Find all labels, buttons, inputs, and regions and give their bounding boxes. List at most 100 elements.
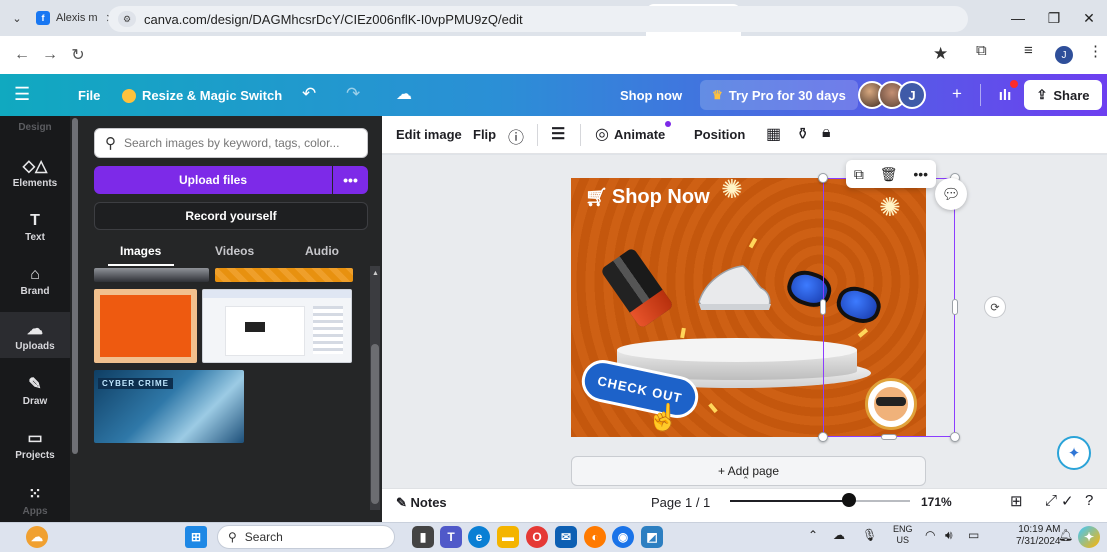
browser-menu-icon[interactable]: ⋮ — [1088, 42, 1103, 60]
resize-handle[interactable] — [820, 299, 826, 315]
avatar[interactable]: J — [898, 81, 926, 109]
copy-style-icon[interactable]: ⚱ — [796, 124, 809, 144]
language-indicator[interactable]: ENG US — [893, 524, 913, 546]
tray-chevron-icon[interactable]: ⌃ — [808, 528, 818, 542]
rail-item-brand[interactable]: ⌂ Brand — [0, 266, 70, 297]
duplicate-icon[interactable]: ⧉ — [854, 166, 864, 183]
razor-image[interactable] — [599, 247, 675, 329]
volume-icon[interactable]: 🔊︎ — [945, 528, 953, 543]
rail-item-apps[interactable]: ⁙ Apps — [0, 484, 70, 517]
tab-audio[interactable]: Audio — [305, 244, 339, 258]
animate-button[interactable]: Animate — [614, 127, 665, 142]
upload-thumbnail[interactable] — [94, 268, 209, 282]
help-icon[interactable]: ? — [1085, 492, 1093, 509]
chrome-icon[interactable]: ◉ — [612, 526, 634, 548]
main-menu-icon[interactable]: ☰ — [14, 84, 30, 105]
sneaker-image[interactable] — [695, 262, 773, 314]
battery-icon[interactable]: ▭ — [968, 528, 979, 542]
design-title[interactable]: Shop now — [620, 88, 682, 103]
weather-icon[interactable]: ☁ — [26, 526, 48, 548]
firefox-icon[interactable]: ◐ — [584, 526, 606, 548]
undo-icon[interactable]: ↶ — [302, 84, 316, 104]
wifi-icon[interactable]: ◠ — [925, 528, 935, 542]
teams-icon[interactable]: T — [440, 526, 462, 548]
design-headline[interactable]: 🛒︎ Shop Now — [585, 186, 710, 209]
resize-handle[interactable] — [818, 432, 828, 442]
insights-button[interactable]: ılı — [990, 80, 1020, 110]
resize-handle[interactable] — [881, 434, 897, 440]
rail-item-projects[interactable]: ▭ Projects — [0, 428, 70, 461]
zoom-slider[interactable] — [730, 500, 910, 502]
record-yourself-button[interactable]: Record yourself — [94, 202, 368, 230]
close-window-icon[interactable]: ✕ — [1071, 0, 1107, 36]
animate-icon[interactable]: ◎ — [595, 124, 609, 144]
delete-icon[interactable]: 🗑︎ — [880, 166, 898, 183]
restore-icon[interactable]: ❐ — [1036, 0, 1072, 36]
rail-item-uploads[interactable]: ☁ Uploads — [0, 312, 70, 358]
tab-videos[interactable]: Videos — [215, 244, 254, 258]
zoom-level[interactable]: 171% — [921, 495, 952, 509]
rotate-icon[interactable]: ⟳ — [984, 296, 1006, 318]
file-explorer-icon[interactable]: ▬ — [497, 526, 519, 548]
rail-item-draw[interactable]: ✎ Draw — [0, 374, 70, 407]
upload-thumbnail[interactable] — [94, 289, 197, 363]
try-pro-button[interactable]: ♛ Try Pro for 30 days — [700, 80, 858, 110]
comment-icon[interactable]: 💬︎ — [935, 178, 967, 210]
notes-button[interactable]: ✎ Notes — [396, 495, 447, 511]
upload-more-options-button[interactable]: ••• — [333, 166, 368, 194]
resize-handle[interactable] — [952, 299, 958, 315]
upload-thumbnail[interactable]: CYBER CRIME — [94, 370, 244, 443]
magic-assistant-icon[interactable]: ✦ — [1057, 436, 1091, 470]
resize-magic-switch-button[interactable]: Resize & Magic Switch — [122, 88, 282, 103]
reading-list-icon[interactable]: ≡ — [1024, 42, 1033, 59]
tab-images[interactable]: Images — [120, 244, 161, 258]
upload-files-button[interactable]: Upload files — [94, 166, 332, 194]
zoom-slider-handle[interactable] — [841, 493, 856, 507]
extensions-icon[interactable]: ⧉ — [976, 42, 987, 59]
task-view-icon[interactable]: ▮ — [412, 526, 434, 548]
pedestal[interactable] — [617, 338, 857, 362]
more-options-icon[interactable]: ••• — [913, 166, 928, 182]
onedrive-icon[interactable]: ☁ — [833, 528, 845, 542]
resize-handle[interactable] — [950, 432, 960, 442]
invite-icon[interactable]: + — [952, 84, 962, 104]
uploads-search-input[interactable]: ⚲ Search images by keyword, tags, color.… — [94, 128, 368, 158]
position-button[interactable]: Position — [694, 127, 745, 142]
forward-icon[interactable]: → — [36, 46, 64, 64]
tab-search-icon[interactable]: ⌄ — [6, 7, 28, 29]
reload-icon[interactable]: ↻ — [64, 45, 92, 65]
transparency-icon[interactable]: ▦ — [766, 124, 781, 144]
windows-start-icon[interactable]: ⊞ — [185, 526, 207, 548]
minimize-icon[interactable]: — — [1000, 0, 1036, 36]
rail-item-text[interactable]: T Text — [0, 212, 70, 243]
scrollbar-thumb[interactable] — [371, 344, 379, 504]
browser-profile-avatar[interactable]: J — [1055, 46, 1073, 64]
info-icon[interactable]: ⓘ — [508, 124, 524, 148]
mail-icon[interactable]: ✉ — [555, 526, 577, 548]
edge-icon[interactable]: e — [468, 526, 490, 548]
upload-thumbnail[interactable] — [202, 289, 352, 363]
opera-icon[interactable]: O — [526, 526, 548, 548]
taskbar-search[interactable]: ⚲ Search — [217, 525, 395, 549]
rail-item-elements[interactable]: ◇△ Elements — [0, 156, 70, 189]
upload-thumbnail[interactable] — [215, 268, 353, 282]
file-menu-button[interactable]: File — [78, 88, 100, 103]
edit-image-button[interactable]: Edit image — [396, 127, 462, 142]
selection-frame[interactable] — [823, 178, 955, 437]
bookmark-star-icon[interactable]: ★ — [933, 44, 948, 64]
check-circle-icon[interactable]: ✓ — [1061, 492, 1074, 510]
flip-button[interactable]: Flip — [473, 127, 496, 142]
taskbar-clock[interactable]: 10:19 AM 7/31/2024 — [1016, 524, 1061, 548]
copilot-icon[interactable]: ✦ — [1078, 526, 1100, 548]
scroll-up-icon[interactable]: ▲ — [372, 270, 379, 277]
url-field[interactable]: ⚙ canva.com/design/DAGMhcsrDcY/CIEz006nf… — [108, 6, 968, 32]
panel-scrollbar[interactable]: ▲ — [370, 266, 380, 510]
resize-handle[interactable] — [818, 173, 828, 183]
notification-bell-icon[interactable]: 🔔︎ — [1058, 528, 1073, 542]
grid-view-icon[interactable]: ⊞ — [1010, 492, 1023, 510]
collaborator-avatars[interactable]: J — [858, 81, 926, 109]
share-button[interactable]: ⇪ Share — [1024, 80, 1102, 110]
rail-item-design[interactable]: Design — [0, 122, 70, 136]
back-icon[interactable]: ← — [8, 46, 36, 64]
lock-icon[interactable]: 🔒︎ — [822, 124, 831, 142]
